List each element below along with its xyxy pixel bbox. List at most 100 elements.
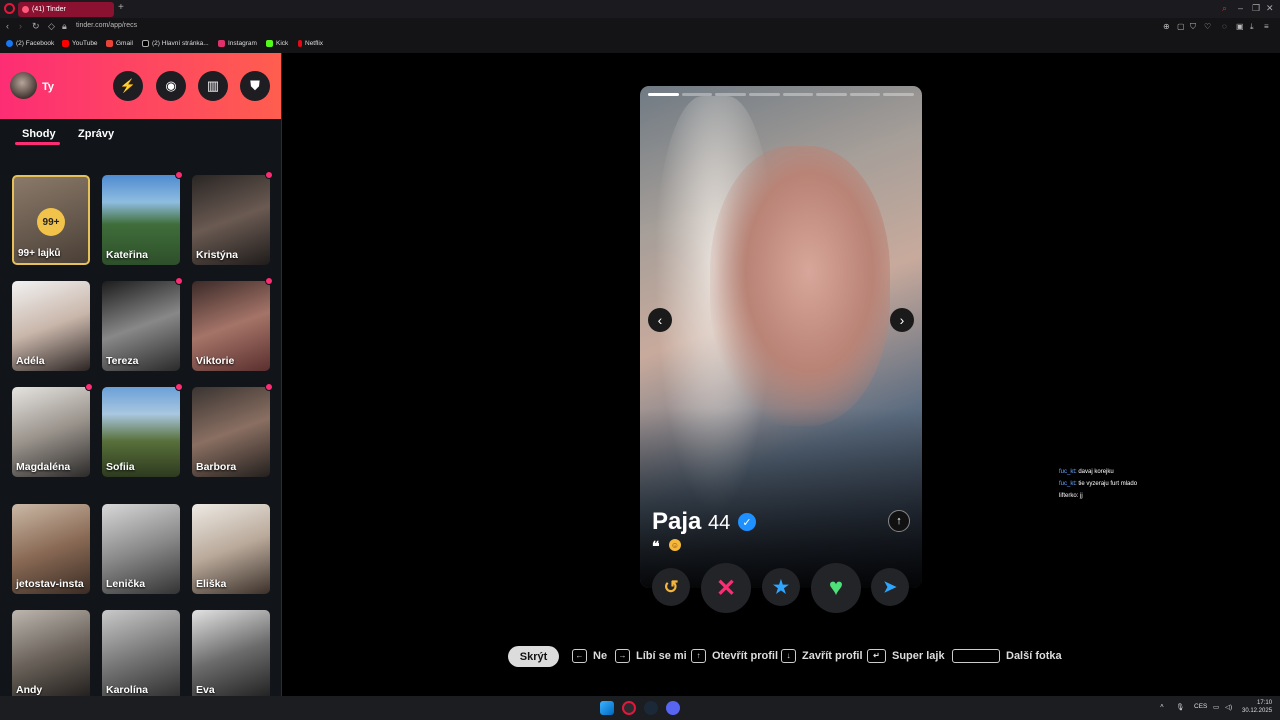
bookmark-x[interactable]: (2) Hlavní stránka... — [142, 40, 209, 47]
match-card[interactable]: Magdaléna — [12, 387, 90, 477]
matches-sidebar: Ty ⚡ ◉ ▥ ⛊ Shody Zprávy 99+ 99+ lajků Ka… — [0, 53, 282, 696]
adblock-icon[interactable]: ⛉ — [1190, 22, 1196, 32]
forward-icon[interactable]: › — [19, 21, 22, 31]
match-card[interactable]: Eliška — [192, 504, 270, 594]
back-icon[interactable]: ‹ — [6, 21, 9, 31]
photo-progress-segment[interactable] — [816, 93, 847, 96]
match-card[interactable]: Eva — [192, 610, 270, 696]
profile-name: Paja — [652, 508, 702, 535]
photo-progress-segment[interactable] — [648, 93, 679, 96]
boost-send-button[interactable]: ➤ — [871, 568, 909, 606]
match-card[interactable]: Kristýna — [192, 175, 270, 265]
tab-messages[interactable]: Zprávy — [78, 128, 114, 140]
reload-icon[interactable]: ↻ — [32, 21, 40, 32]
download-icon[interactable]: ⤓ — [1250, 22, 1254, 32]
profile-card[interactable]: ‹ › Paja 44 ✓ ❝ ☺ ↑ — [640, 86, 922, 588]
bookmark-netflix[interactable]: Netflix — [298, 40, 323, 47]
opera-logo-icon[interactable] — [4, 3, 15, 14]
bookmark-facebook[interactable]: (2) Facebook — [6, 40, 54, 47]
match-card[interactable]: Adéla — [12, 281, 90, 371]
opera-taskbar-icon[interactable] — [622, 701, 636, 715]
microphone-icon[interactable]: 🎙︎ — [1176, 703, 1184, 711]
rewind-button[interactable]: ↺ — [652, 568, 690, 606]
photo-progress-segment[interactable] — [681, 93, 713, 96]
wallet-icon[interactable]: ▣ — [1236, 22, 1244, 31]
bookmarks-bar: (2) Facebook YouTube Gmail (2) Hlavní st… — [0, 37, 1280, 53]
boost-icon[interactable]: ⚡ — [113, 71, 143, 101]
bookmark-youtube[interactable]: YouTube — [62, 40, 98, 47]
hint-nope: ← Ne — [572, 649, 607, 663]
match-card[interactable]: Viktorie — [192, 281, 270, 371]
previous-photo-button[interactable]: ‹ — [648, 308, 672, 332]
lock-icon[interactable]: 🔒︎ — [62, 21, 67, 32]
briefcase-icon[interactable]: ▥ — [198, 71, 228, 101]
sidebar-tabs: Shody Zprávy — [0, 119, 281, 159]
snapshot-icon[interactable]: ▢ — [1177, 22, 1185, 31]
bookmark-kick[interactable]: Kick — [266, 40, 288, 47]
windows-start-icon[interactable] — [600, 701, 614, 715]
shield-icon[interactable]: ◇ — [48, 21, 55, 32]
bookmark-instagram[interactable]: Instagram — [218, 40, 257, 47]
new-tab-button[interactable]: + — [118, 2, 124, 13]
search-icon[interactable]: ⌕ — [1222, 3, 1227, 14]
match-card[interactable]: jetostav-insta — [12, 504, 90, 594]
avatar[interactable] — [10, 72, 37, 99]
explore-compass-icon[interactable]: ◉ — [156, 71, 186, 101]
likes-card[interactable]: 99+ 99+ lajků — [12, 175, 90, 265]
enter-key-icon: ↵ — [867, 649, 886, 663]
steam-icon[interactable] — [644, 701, 658, 715]
new-match-dot — [265, 277, 273, 285]
messenger-icon[interactable]: ◌ — [1222, 22, 1227, 31]
match-card[interactable]: Tereza — [102, 281, 180, 371]
space-key-icon — [952, 649, 1000, 663]
chat-message: fuc_kt: davaj korejku — [1059, 469, 1114, 475]
new-match-dot — [175, 277, 183, 285]
menu-icon[interactable]: ≡ — [1264, 22, 1269, 31]
match-card[interactable]: Karolína — [102, 610, 180, 696]
maximize-button[interactable]: ❐ — [1252, 3, 1260, 14]
likes-label: 99+ lajků — [18, 248, 61, 259]
minimize-button[interactable]: – — [1238, 3, 1243, 13]
zoom-icon[interactable]: ⊕ — [1163, 22, 1170, 31]
match-card[interactable]: Barbora — [192, 387, 270, 477]
smile-emoji-icon: ☺ — [669, 539, 681, 551]
match-card[interactable]: Kateřina — [102, 175, 180, 265]
match-card[interactable]: Andy — [12, 610, 90, 696]
bookmark-gmail[interactable]: Gmail — [106, 40, 133, 47]
photo-progress-segment[interactable] — [883, 93, 914, 96]
url-field[interactable]: tinder.com/app/recs — [76, 22, 137, 29]
super-like-button[interactable]: ★ — [762, 568, 800, 606]
nope-button[interactable]: ✕ — [701, 563, 751, 613]
discord-icon[interactable] — [666, 701, 680, 715]
heart-icon[interactable]: ♡ — [1204, 22, 1211, 31]
like-button[interactable]: ♥ — [811, 563, 861, 613]
open-profile-button[interactable]: ↑ — [888, 510, 910, 532]
network-icon[interactable]: ▭ — [1213, 703, 1219, 711]
hint-like: → Líbí se mi — [615, 649, 687, 663]
match-name: Tereza — [106, 355, 139, 367]
match-card[interactable]: Lenička — [102, 504, 180, 594]
user-name[interactable]: Ty — [42, 81, 54, 93]
volume-icon[interactable]: ◁) — [1225, 703, 1232, 711]
photo-progress-segment[interactable] — [748, 93, 780, 96]
photo-progress-segment[interactable] — [849, 93, 881, 96]
close-window-button[interactable]: ✕ — [1266, 3, 1274, 14]
tray-chevron-icon[interactable]: ˄ — [1160, 703, 1164, 710]
photo-progress-segment[interactable] — [782, 93, 814, 96]
language-indicator[interactable]: CES — [1194, 703, 1207, 710]
photo-progress — [648, 93, 914, 96]
safety-shield-icon[interactable]: ⛊ — [240, 71, 270, 101]
profile-age: 44 — [708, 512, 731, 534]
browser-tab[interactable]: (41) Tinder — [18, 2, 114, 17]
photo-progress-segment[interactable] — [715, 93, 746, 96]
up-arrow-key-icon: ↑ — [691, 649, 706, 663]
hide-hints-button[interactable]: Skrýt — [508, 646, 559, 667]
match-card[interactable]: Sofiia — [102, 387, 180, 477]
match-name: Eliška — [196, 578, 227, 590]
next-photo-button[interactable]: › — [890, 308, 914, 332]
active-tab-indicator — [15, 142, 60, 145]
tab-matches[interactable]: Shody — [22, 128, 56, 140]
match-name: Karolína — [106, 684, 149, 696]
new-match-dot — [265, 383, 273, 391]
clock[interactable]: 17:10 30.12.2025 — [1242, 699, 1272, 715]
